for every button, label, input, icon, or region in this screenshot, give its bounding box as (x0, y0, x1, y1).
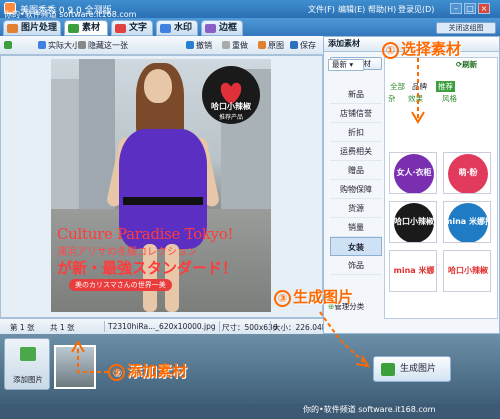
undo-button[interactable]: 撤销 (186, 39, 212, 52)
menu-help[interactable]: 帮助(H) (368, 4, 396, 15)
material-thumb[interactable]: mina 米娜推荐 (443, 201, 491, 243)
text-icon (115, 24, 126, 33)
generate-image-icon (381, 363, 395, 376)
edited-photo[interactable]: 哈口小辣椒 推荐产品 Culture Paradise Tokyo! 浦浜アリサ… (51, 59, 271, 312)
tab-border[interactable]: 边框 (201, 20, 243, 36)
filter-all[interactable]: 全部 (390, 81, 405, 92)
material-icon (68, 24, 79, 33)
category-item[interactable]: 购物保障 (330, 180, 382, 199)
status-file: T2310hiRa..._620x10000.jpg (108, 322, 216, 331)
tab-text[interactable]: 文字 (111, 20, 153, 36)
hide-tip-button[interactable]: 隐藏这一张 (78, 39, 128, 52)
actual-size-button[interactable]: 实际大小 (38, 39, 80, 52)
tab-material[interactable]: 素材 (64, 20, 108, 36)
border-icon (205, 24, 216, 33)
overlay-line-2: 浦浜アリサの冬服コレクション (57, 247, 197, 258)
watermark-top: 你的•软件频道 software.it168.com (4, 10, 137, 19)
annotation-step-3: ③ 生成图片 (274, 286, 353, 307)
watermark-icon (160, 24, 171, 33)
tab-watermark[interactable]: 水印 (156, 20, 198, 36)
maximize-icon[interactable]: □ (464, 3, 476, 14)
sort-select[interactable]: 最新 ▾ (328, 59, 364, 71)
tab-image-processing[interactable]: 图片处理 (3, 20, 61, 36)
overlay-line-1: Culture Paradise Tokyo! (57, 225, 234, 243)
tab-bar: 图片处理 素材 文字 水印 边框 (0, 18, 500, 36)
annotation-step-2: ② 添加素材 (108, 360, 187, 381)
filter-effect[interactable]: 效果 (408, 93, 423, 104)
zoom-out-icon[interactable] (4, 39, 14, 52)
category-item[interactable]: 赠品 (330, 161, 382, 180)
save-button[interactable]: 保存 (290, 39, 316, 52)
filter-recommend[interactable]: 推荐 (436, 81, 455, 92)
menu-edit[interactable]: 编辑(E) (338, 4, 365, 15)
category-item[interactable]: 销量 (330, 218, 382, 237)
original-button[interactable]: 原图 (258, 39, 284, 52)
image-icon (7, 24, 18, 33)
status-bar: 第 1 张 共 1 张 T2310hiRa..._620x10000.jpg 尺… (0, 318, 327, 334)
category-item[interactable]: 新品 (330, 85, 382, 104)
toolbar: 实际大小 隐藏这一张 撤销 重做 原图 保存 (0, 36, 323, 55)
redo-button[interactable]: 重做 (222, 39, 248, 52)
original-icon (258, 41, 266, 49)
redo-icon (222, 41, 230, 49)
stamp-subtitle: 推荐产品 (218, 114, 243, 121)
status-filesize: 大小：226.04K (273, 323, 327, 332)
stamp-title: 哈口小辣椒 (211, 102, 251, 111)
category-item[interactable]: 折扣 (330, 123, 382, 142)
material-gallery: 女人·衣柜 萌·粉 哈口小辣椒 mina 米娜推荐 mina 米娜 哈口小辣椒 (384, 57, 498, 319)
status-total: 共 1 张 (50, 323, 75, 332)
refresh-button[interactable]: ⟳刷新 (456, 59, 477, 70)
canvas-area: 哈口小辣椒 推荐产品 Culture Paradise Tokyo! 浦浜アリサ… (0, 55, 323, 318)
actual-size-icon (38, 41, 46, 49)
category-item[interactable]: 饰品 (330, 256, 382, 275)
overlay-line-3: が新・最強スタンダード！ (57, 259, 238, 277)
material-thumb[interactable]: 萌·粉 (443, 152, 491, 194)
overlay-line-4: 美のカリスマさんの世界一美 (69, 279, 172, 291)
menu-file[interactable]: 文件(F) (308, 4, 335, 15)
watermark-bottom: 你的•软件频道 software.it168.com (303, 405, 436, 414)
menu-login[interactable]: 登录见(D) (398, 4, 434, 15)
material-thumb[interactable]: mina 米娜 (389, 250, 437, 292)
category-list: 在线素材 新品 店铺信誉 折扣 运费相关 赠品 购物保障 货源 销量 女装 饰品… (326, 57, 382, 319)
category-item[interactable]: 运费相关 (330, 142, 382, 161)
add-image-icon (20, 347, 36, 361)
filmstrip-thumb[interactable] (54, 345, 96, 389)
add-image-button[interactable]: 添加图片 (4, 338, 50, 390)
category-item[interactable]: 货源 (330, 199, 382, 218)
undo-icon (186, 41, 194, 49)
category-item-active[interactable]: 女装 (330, 237, 382, 256)
hide-icon (78, 41, 86, 49)
material-thumb[interactable]: 哈口小辣椒 (443, 250, 491, 292)
material-thumb[interactable]: 哈口小辣椒 (389, 201, 437, 243)
material-thumb[interactable]: 女人·衣柜 (389, 152, 437, 194)
save-icon (290, 41, 298, 49)
close-group-button[interactable]: 关闭这组图 (436, 22, 496, 34)
filter-brand[interactable]: 品牌 (412, 81, 427, 92)
status-page: 第 1 张 (10, 323, 35, 332)
filter-style[interactable]: 风格 (442, 93, 457, 104)
chevron-down-icon: ▾ (349, 60, 354, 69)
minimize-icon[interactable]: – (450, 3, 462, 14)
filter-misc[interactable]: 杂 (388, 93, 396, 104)
close-icon[interactable]: × (478, 3, 490, 14)
generate-image-button[interactable]: 生成图片 (373, 356, 451, 382)
category-item[interactable]: 店铺信誉 (330, 104, 382, 123)
annotation-step-1: ① 选择素材 (382, 38, 461, 59)
